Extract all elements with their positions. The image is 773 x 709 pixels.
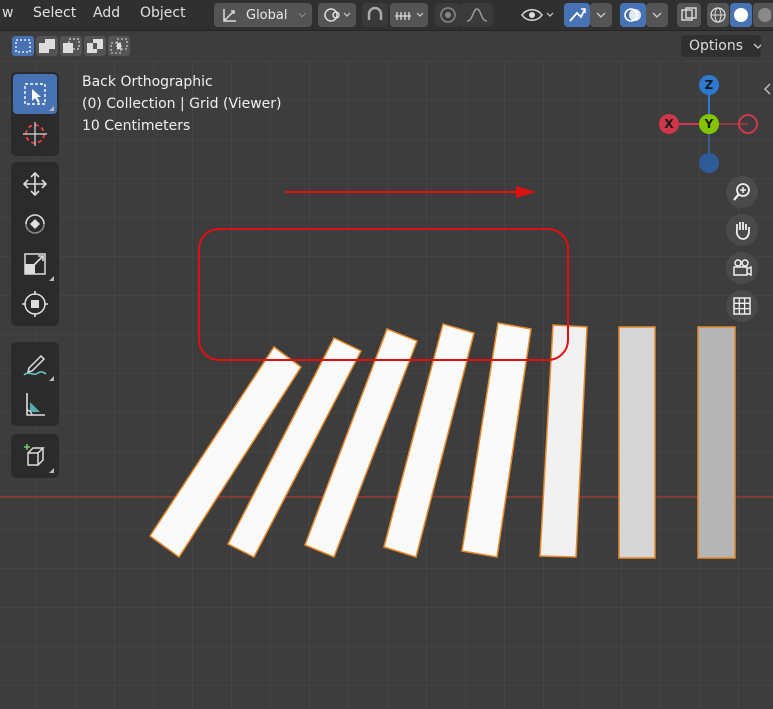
- transform-icon: [22, 291, 48, 317]
- gizmo-neg-x-axis[interactable]: [738, 114, 758, 134]
- gizmo-neg-z-axis[interactable]: [699, 153, 719, 173]
- solid-shading-button[interactable]: [730, 3, 752, 27]
- gizmo-icon: [569, 8, 586, 22]
- mode-intersect-icon: [110, 38, 128, 54]
- domino-8: [697, 326, 736, 559]
- toolbar-group-transform: [11, 162, 59, 326]
- scale-tool[interactable]: [13, 244, 57, 284]
- toolbar-group-add: [11, 434, 59, 478]
- overlay-dropdown[interactable]: [646, 3, 668, 27]
- wireframe-shading-button[interactable]: [707, 3, 729, 27]
- domino-7: [618, 326, 656, 559]
- gizmo-dropdown[interactable]: [590, 3, 612, 27]
- gizmo-toggle[interactable]: [564, 3, 590, 27]
- xray-icon: [681, 7, 697, 21]
- gizmo-x-axis[interactable]: X: [659, 114, 679, 134]
- pan-button[interactable]: [726, 214, 758, 246]
- cursor-tool[interactable]: [13, 114, 57, 154]
- visibility-icon: [521, 9, 554, 21]
- mode-difference-button[interactable]: [84, 36, 106, 56]
- mode-subtract-icon: [63, 38, 80, 53]
- move-icon: [22, 171, 48, 197]
- select-box-icon: [24, 83, 46, 105]
- visibility-dropdown[interactable]: [518, 3, 558, 27]
- toolbar-group-annotate: [11, 342, 59, 426]
- annotate-icon: [23, 354, 47, 376]
- snap-increment-icon: [395, 12, 424, 20]
- mode-extend-button[interactable]: [36, 36, 58, 56]
- overlay-toggle[interactable]: [620, 3, 646, 27]
- mode-subtract-button[interactable]: [60, 36, 82, 56]
- chevron-down-icon: ⌵: [298, 9, 306, 20]
- cursor-icon: [23, 122, 47, 146]
- zoom-button[interactable]: [726, 176, 758, 208]
- rotate-icon: [25, 214, 45, 234]
- options-dropdown[interactable]: Options: [681, 35, 761, 57]
- overlay-icon: [624, 8, 641, 22]
- add-cube-tool[interactable]: [13, 436, 57, 476]
- mode-intersect-button[interactable]: [108, 36, 130, 56]
- measure-icon: [26, 393, 45, 416]
- collection-info: (0) Collection | Grid (Viewer): [82, 96, 282, 112]
- snap-toggle[interactable]: [362, 3, 388, 27]
- annotate-tool[interactable]: [13, 344, 57, 384]
- material-shading-button[interactable]: [753, 3, 773, 27]
- wireframe-shading-icon: [710, 7, 726, 23]
- snap-target-dropdown[interactable]: [390, 3, 428, 27]
- options-label: Options: [689, 38, 744, 54]
- zoom-icon: [733, 183, 750, 201]
- falloff-dropdown[interactable]: [461, 3, 493, 27]
- xray-toggle[interactable]: [677, 3, 701, 27]
- chevron-down-icon: [753, 43, 761, 49]
- sidebar-toggle[interactable]: [761, 80, 773, 98]
- hand-icon: [735, 222, 750, 240]
- viewport-header: w Select Add Object Global ⌵: [0, 0, 773, 31]
- gizmo-z-axis[interactable]: Z: [699, 75, 719, 95]
- mode-set-button[interactable]: [12, 36, 34, 56]
- perspective-toggle-button[interactable]: [726, 290, 758, 322]
- mode-extend-icon: [39, 39, 55, 53]
- menu-object[interactable]: Object: [140, 5, 186, 21]
- grid-icon: [733, 297, 751, 315]
- falloff-icon: [466, 8, 488, 22]
- solid-shading-icon: [734, 8, 748, 22]
- chevron-down-icon: [596, 12, 606, 18]
- chevron-down-icon: [652, 12, 662, 18]
- select-box-icon: [15, 39, 31, 53]
- transform-orientation-icon: [223, 9, 236, 22]
- camera-view-button[interactable]: [726, 252, 758, 284]
- pivot-point-dropdown[interactable]: [318, 3, 356, 27]
- material-shading-icon: [758, 8, 771, 22]
- toolbar-group-select: [11, 72, 59, 156]
- chevron-left-icon: [763, 83, 771, 95]
- pivot-icon: [324, 8, 351, 22]
- select-box-tool[interactable]: [13, 74, 57, 114]
- menu-view[interactable]: w: [2, 5, 13, 21]
- add-cube-icon: [24, 444, 45, 466]
- view-name: Back Orthographic: [82, 74, 213, 90]
- orientation-label: Global: [246, 7, 288, 23]
- orientation-dropdown[interactable]: Global ⌵: [214, 3, 312, 27]
- camera-icon: [733, 259, 752, 277]
- transform-tool[interactable]: [13, 284, 57, 324]
- grid-scale: 10 Centimeters: [82, 118, 191, 134]
- rotate-tool[interactable]: [13, 204, 57, 244]
- scale-icon: [24, 253, 46, 275]
- proportional-edit-toggle[interactable]: [435, 3, 461, 27]
- measure-tool[interactable]: [13, 384, 57, 424]
- mode-difference-icon: [87, 39, 103, 53]
- viewport-canvas[interactable]: [0, 61, 773, 709]
- snap-icon: [367, 6, 383, 20]
- move-tool[interactable]: [13, 164, 57, 204]
- gizmo-y-axis[interactable]: Y: [699, 114, 719, 134]
- proportional-edit-icon: [440, 7, 456, 23]
- menu-select[interactable]: Select: [33, 5, 76, 21]
- menu-add[interactable]: Add: [93, 5, 120, 21]
